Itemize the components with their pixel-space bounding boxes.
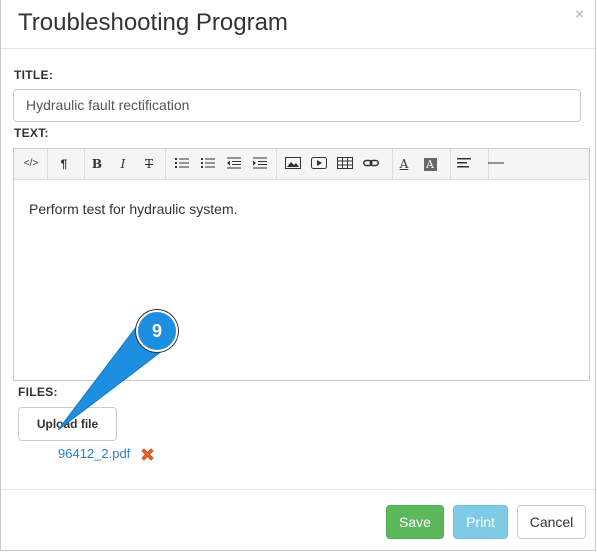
callout-pointer <box>57 321 167 431</box>
step-number-badge: 9 <box>136 310 178 352</box>
